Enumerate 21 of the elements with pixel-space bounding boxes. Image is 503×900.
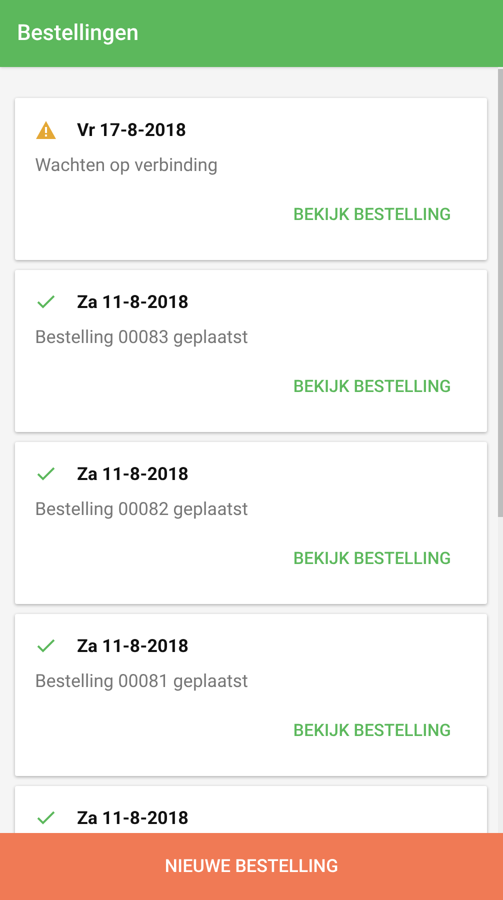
order-status-text: Bestelling 00082 geplaatst — [35, 498, 249, 522]
order-date: Za 11-8-2018 — [77, 462, 189, 486]
view-order-button[interactable]: BEKIJK BESTELLING — [283, 369, 461, 406]
app-title: Bestellingen — [17, 20, 139, 48]
new-order-button[interactable]: NIEUWE BESTELLING — [0, 833, 503, 900]
scrollbar-thumb[interactable] — [498, 69, 503, 517]
check-icon — [37, 295, 55, 309]
order-status-text: Wachten op verbinding — [35, 154, 219, 178]
order-date: Za 11-8-2018 — [77, 806, 189, 830]
warning-icon — [36, 121, 56, 139]
view-order-button[interactable]: BEKIJK BESTELLING — [283, 197, 461, 234]
order-date: Za 11-8-2018 — [77, 634, 189, 658]
order-date: Za 11-8-2018 — [77, 290, 189, 314]
check-icon — [37, 639, 55, 653]
check-icon — [37, 811, 55, 825]
check-icon — [37, 467, 55, 481]
view-order-button[interactable]: BEKIJK BESTELLING — [283, 713, 461, 750]
view-order-button[interactable]: BEKIJK BESTELLING — [283, 541, 461, 578]
order-status-text: Bestelling 00083 geplaatst — [35, 326, 249, 350]
order-status-text: Bestelling 00081 geplaatst — [35, 670, 249, 694]
order-date: Vr 17-8-2018 — [77, 118, 186, 142]
